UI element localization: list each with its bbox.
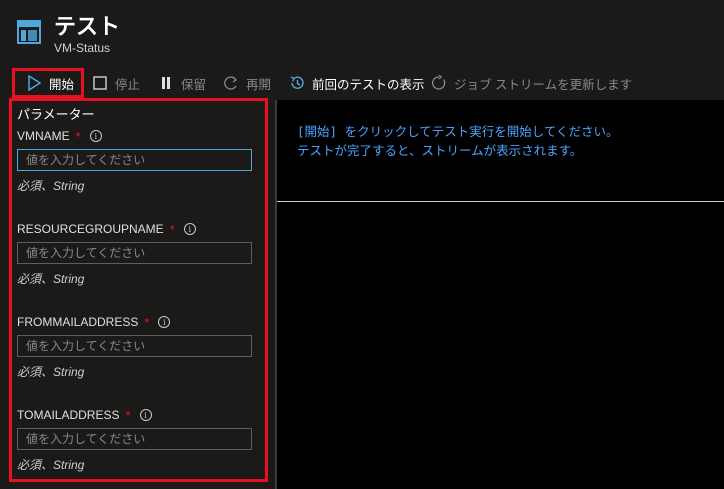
- param-vmname: VMNAME * i 必須、String: [17, 128, 252, 194]
- param-resourcegroupname: RESOURCEGROUPNAME * i 必須、String: [17, 221, 252, 287]
- refresh-streams-button[interactable]: ジョブ ストリームを更新します: [430, 66, 632, 100]
- pause-button-label: 保留: [181, 77, 207, 92]
- param-tomailaddress: TOMAILADDRESS * i 必須、String: [17, 407, 252, 473]
- stop-button-label: 停止: [115, 77, 141, 92]
- stop-button[interactable]: 停止: [91, 66, 140, 100]
- info-icon[interactable]: i: [89, 130, 102, 142]
- frommailaddress-input[interactable]: [17, 335, 252, 357]
- info-icon[interactable]: i: [139, 409, 152, 421]
- param-label: VMNAME: [17, 129, 70, 143]
- start-button-label: 開始: [49, 77, 75, 92]
- page-title: テスト: [54, 14, 121, 39]
- param-hint: 必須、String: [17, 179, 85, 193]
- vmname-input[interactable]: [17, 149, 252, 171]
- param-hint: 必須、String: [17, 365, 85, 379]
- resume-button-label: 再開: [246, 77, 272, 92]
- required-marker: *: [125, 407, 131, 423]
- param-label: FROMMAILADDRESS: [17, 315, 139, 329]
- page-subtitle: VM-Status: [54, 41, 111, 55]
- resume-button[interactable]: 再開: [222, 66, 271, 100]
- param-hint: 必須、String: [17, 458, 85, 472]
- pause-icon: [157, 74, 175, 92]
- toolbar: 開始 停止 保留 再開 前回のテストの表示 ジョブ ストリームを更新します: [0, 66, 724, 100]
- output-divider[interactable]: [277, 201, 724, 202]
- output-message: [開始] をクリックしてテスト実行を開始してください。 テストが完了すると、スト…: [297, 122, 618, 160]
- param-frommailaddress: FROMMAILADDRESS * i 必須、String: [17, 314, 252, 380]
- start-button[interactable]: 開始: [12, 68, 84, 98]
- info-icon[interactable]: i: [158, 316, 171, 328]
- tomailaddress-input[interactable]: [17, 428, 252, 450]
- refresh-streams-label: ジョブ ストリームを更新します: [454, 77, 633, 92]
- param-label: RESOURCEGROUPNAME: [17, 222, 164, 236]
- required-marker: *: [75, 128, 81, 144]
- param-hint: 必須、String: [17, 272, 85, 286]
- required-marker: *: [144, 314, 150, 330]
- output-panel: [開始] をクリックしてテスト実行を開始してください。 テストが完了すると、スト…: [277, 100, 724, 489]
- info-icon[interactable]: i: [183, 223, 196, 235]
- resourcegroupname-input[interactable]: [17, 242, 252, 264]
- stop-icon: [91, 74, 109, 92]
- previous-tests-button[interactable]: 前回のテストの表示: [288, 66, 425, 100]
- previous-tests-label: 前回のテストの表示: [312, 77, 425, 92]
- runbook-window-icon: [17, 20, 41, 44]
- page-header: テスト VM-Status: [0, 0, 724, 66]
- output-line: テストが完了すると、ストリームが表示されます。: [297, 143, 583, 158]
- history-clock-icon: [288, 74, 306, 92]
- play-icon: [25, 74, 43, 92]
- parameters-title: パラメーター: [17, 107, 95, 122]
- required-marker: *: [169, 221, 175, 237]
- param-label: TOMAILADDRESS: [17, 408, 120, 422]
- refresh-icon: [430, 74, 448, 92]
- pause-button[interactable]: 保留: [157, 66, 206, 100]
- redo-icon: [222, 74, 240, 92]
- output-line: [開始] をクリックしてテスト実行を開始してください。: [297, 124, 619, 139]
